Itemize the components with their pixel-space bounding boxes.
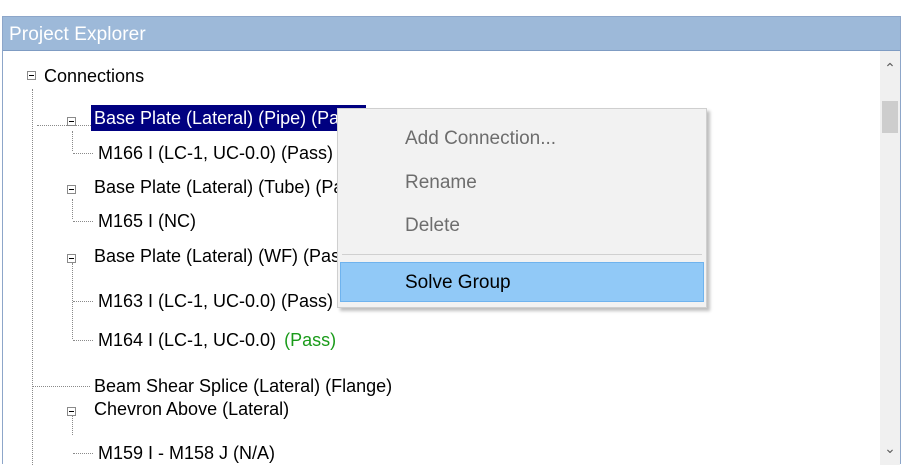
tree-node-label: Base Plate (Lateral) (Pipe) (Pass): [91, 105, 367, 131]
tree-line: [72, 199, 73, 219]
menu-item-rename[interactable]: Rename: [338, 163, 706, 203]
tree-line: [73, 221, 93, 222]
scroll-down-icon[interactable]: ⌄: [880, 439, 900, 459]
tree-node-label: M163 I (LC-1, UC-0.0) (Pass): [98, 291, 334, 311]
scroll-up-icon[interactable]: ⌃: [880, 59, 900, 79]
tree-node[interactable]: Base Plate (Lateral) (WF) (Pass): [91, 243, 358, 269]
collapse-toggle-icon[interactable]: [67, 185, 76, 194]
tree-node-label: M159 I - M158 J (N/A): [98, 443, 276, 463]
pass-status: (Pass): [284, 330, 337, 350]
tree-node-label: M164 I (LC-1, UC-0.0): [98, 330, 277, 350]
menu-item-delete[interactable]: Delete: [338, 206, 706, 246]
tree-node[interactable]: M164 I (LC-1, UC-0.0) (Pass): [95, 327, 336, 353]
collapse-toggle-icon[interactable]: [67, 254, 76, 263]
menu-item-solve-group[interactable]: Solve Group: [340, 262, 704, 302]
tree-line: [72, 415, 73, 435]
menu-separator: [342, 254, 702, 255]
tree-node-label: M165 I (NC): [98, 211, 197, 231]
context-menu: Add Connection... Rename Delete Solve Gr…: [337, 108, 707, 308]
collapse-toggle-icon[interactable]: [67, 117, 76, 126]
scroll-thumb[interactable]: [882, 101, 898, 133]
tree-node[interactable]: M166 I (LC-1, UC-0.0) (Pass): [95, 140, 336, 166]
vertical-scrollbar[interactable]: ⌃ ⌄: [880, 51, 900, 465]
tree-line: [73, 301, 93, 302]
menu-item-add-connection[interactable]: Add Connection...: [338, 119, 706, 159]
tree-node-label: Base Plate (Lateral) (WF) (Pass): [94, 246, 356, 266]
collapse-toggle-icon[interactable]: [67, 407, 76, 416]
tree-line: [73, 340, 93, 341]
top-strip: [0, 0, 903, 16]
tree-node[interactable]: Base Plate (Lateral) (Tube) (Pass): [91, 174, 370, 200]
tree-line: [73, 153, 93, 154]
tree-node[interactable]: Chevron Above (Lateral): [91, 396, 292, 422]
tree-node-label: Connections: [44, 66, 145, 86]
tree-line: [72, 131, 73, 151]
panel-title: Project Explorer: [9, 24, 146, 45]
tree-line: [73, 453, 93, 454]
tree-node-label: Base Plate (Lateral) (Tube) (Pass): [94, 177, 368, 197]
tree-line: [32, 89, 33, 465]
panel-titlebar: Project Explorer: [3, 17, 900, 51]
tree-node[interactable]: M165 I (NC): [95, 208, 199, 234]
tree-node-label: Chevron Above (Lateral): [94, 399, 290, 419]
tree-line: [37, 125, 91, 126]
tree-node-label: M166 I (LC-1, UC-0.0) (Pass): [98, 143, 334, 163]
tree-node[interactable]: Base Plate (Lateral) (Pipe) (Pass): [91, 105, 367, 131]
tree-node[interactable]: M159 I - M158 J (N/A): [95, 440, 278, 465]
tree-root-connections[interactable]: Connections: [41, 63, 147, 89]
tree-node[interactable]: M163 I (LC-1, UC-0.0) (Pass): [95, 288, 336, 314]
tree-line: [32, 386, 90, 387]
collapse-toggle-icon[interactable]: [27, 71, 36, 80]
